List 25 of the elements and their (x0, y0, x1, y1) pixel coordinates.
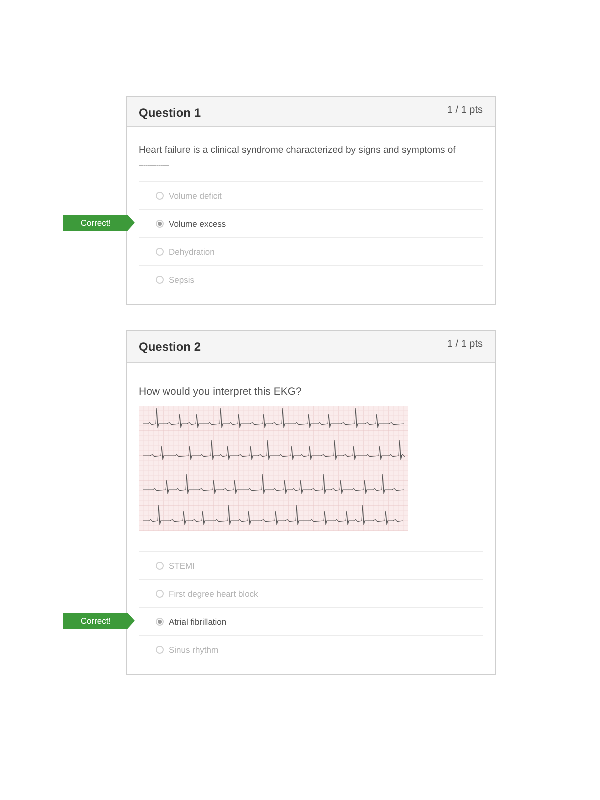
blank-line: -------------- (139, 161, 170, 171)
correct-answer-tag: Correct! (63, 215, 135, 231)
answer-label: Sinus rhythm (169, 644, 219, 654)
question-text: How would you interpret this EKG? (139, 386, 302, 398)
radio-button[interactable] (156, 562, 164, 570)
answer-label: STEMI (169, 560, 195, 570)
answer-label: Volume excess (169, 218, 226, 228)
radio-button[interactable] (156, 646, 164, 654)
radio-button[interactable] (156, 192, 164, 200)
radio-button[interactable] (156, 276, 164, 284)
radio-button[interactable] (156, 248, 164, 256)
answer-label: First degree heart block (169, 588, 258, 598)
question-title: Question 2 (139, 340, 202, 354)
radio-button[interactable] (156, 220, 164, 228)
points-label: 1 / 1 pts (447, 339, 483, 351)
answer-label: Atrial fibrillation (169, 616, 227, 626)
answer-label: Sepsis (169, 274, 195, 284)
answer-label: Dehydration (169, 246, 215, 256)
radio-button[interactable] (156, 590, 164, 598)
question-text: Heart failure is a clinical syndrome characterized by signs and symptoms of (139, 145, 456, 157)
question-title: Question 1 (139, 106, 202, 120)
correct-answer-tag: Correct! (63, 613, 135, 629)
answer-label: Volume deficit (169, 190, 222, 200)
points-label: 1 / 1 pts (447, 105, 483, 117)
radio-button[interactable] (156, 618, 164, 626)
